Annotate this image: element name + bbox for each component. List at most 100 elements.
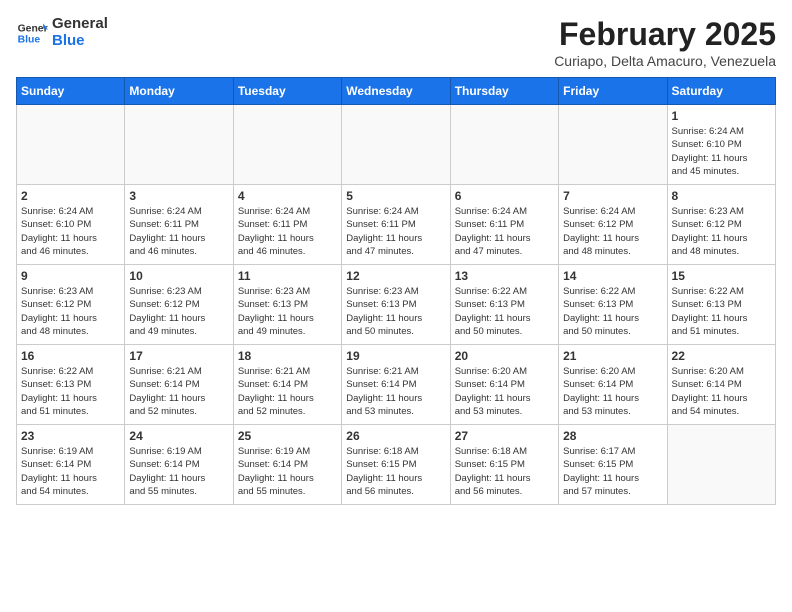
day-cell: 17 Sunrise: 6:21 AM Sunset: 6:14 PM Dayli… bbox=[125, 345, 233, 425]
day-info: Sunrise: 6:23 AM Sunset: 6:12 PM Dayligh… bbox=[672, 205, 771, 258]
day-number: 1 bbox=[672, 109, 771, 123]
day-number: 22 bbox=[672, 349, 771, 363]
day-info: Sunrise: 6:24 AM Sunset: 6:12 PM Dayligh… bbox=[563, 205, 662, 258]
day-cell: 26 Sunrise: 6:18 AM Sunset: 6:15 PM Dayli… bbox=[342, 425, 450, 505]
day-cell: 28 Sunrise: 6:17 AM Sunset: 6:15 PM Dayli… bbox=[559, 425, 667, 505]
day-info: Sunrise: 6:23 AM Sunset: 6:13 PM Dayligh… bbox=[238, 285, 337, 338]
day-info: Sunrise: 6:24 AM Sunset: 6:11 PM Dayligh… bbox=[455, 205, 554, 258]
title-area: February 2025 Curiapo, Delta Amacuro, Ve… bbox=[554, 16, 776, 69]
day-cell: 7Sunrise: 6:24 AM Sunset: 6:12 PM Daylig… bbox=[559, 185, 667, 265]
day-number: 16 bbox=[21, 349, 120, 363]
calendar-table: SundayMondayTuesdayWednesdayThursdayFrid… bbox=[16, 77, 776, 505]
day-cell bbox=[17, 105, 125, 185]
col-header-saturday: Saturday bbox=[667, 78, 775, 105]
logo-icon: General Blue bbox=[16, 17, 48, 49]
day-number: 8 bbox=[672, 189, 771, 203]
day-info: Sunrise: 6:19 AM Sunset: 6:14 PM Dayligh… bbox=[21, 445, 120, 498]
day-number: 13 bbox=[455, 269, 554, 283]
day-info: Sunrise: 6:24 AM Sunset: 6:10 PM Dayligh… bbox=[672, 125, 771, 178]
week-row-2: 9 Sunrise: 6:23 AM Sunset: 6:12 PM Daylig… bbox=[17, 265, 776, 345]
day-number: 6 bbox=[455, 189, 554, 203]
day-info: Sunrise: 6:20 AM Sunset: 6:14 PM Dayligh… bbox=[672, 365, 771, 418]
day-info: Sunrise: 6:17 AM Sunset: 6:15 PM Dayligh… bbox=[563, 445, 662, 498]
day-cell bbox=[450, 105, 558, 185]
day-number: 11 bbox=[238, 269, 337, 283]
day-number: 2 bbox=[21, 189, 120, 203]
day-number: 20 bbox=[455, 349, 554, 363]
day-cell: 8 Sunrise: 6:23 AM Sunset: 6:12 PM Daylig… bbox=[667, 185, 775, 265]
col-header-friday: Friday bbox=[559, 78, 667, 105]
day-info: Sunrise: 6:21 AM Sunset: 6:14 PM Dayligh… bbox=[129, 365, 228, 418]
col-header-monday: Monday bbox=[125, 78, 233, 105]
day-info: Sunrise: 6:22 AM Sunset: 6:13 PM Dayligh… bbox=[672, 285, 771, 338]
day-info: Sunrise: 6:24 AM Sunset: 6:11 PM Dayligh… bbox=[238, 205, 337, 258]
day-info: Sunrise: 6:23 AM Sunset: 6:13 PM Dayligh… bbox=[346, 285, 445, 338]
day-cell: 27 Sunrise: 6:18 AM Sunset: 6:15 PM Dayli… bbox=[450, 425, 558, 505]
day-info: Sunrise: 6:20 AM Sunset: 6:14 PM Dayligh… bbox=[563, 365, 662, 418]
logo: General Blue General Blue bbox=[16, 16, 108, 49]
day-info: Sunrise: 6:22 AM Sunset: 6:13 PM Dayligh… bbox=[563, 285, 662, 338]
day-number: 27 bbox=[455, 429, 554, 443]
day-cell: 24 Sunrise: 6:19 AM Sunset: 6:14 PM Dayli… bbox=[125, 425, 233, 505]
day-cell: 1 Sunrise: 6:24 AM Sunset: 6:10 PM Daylig… bbox=[667, 105, 775, 185]
day-cell: 9Sunrise: 6:23 AM Sunset: 6:12 PM Daylig… bbox=[17, 265, 125, 345]
col-header-wednesday: Wednesday bbox=[342, 78, 450, 105]
day-info: Sunrise: 6:23 AM Sunset: 6:12 PM Dayligh… bbox=[129, 285, 228, 338]
day-info: Sunrise: 6:20 AM Sunset: 6:14 PM Dayligh… bbox=[455, 365, 554, 418]
day-info: Sunrise: 6:24 AM Sunset: 6:11 PM Dayligh… bbox=[346, 205, 445, 258]
day-cell: 21 Sunrise: 6:20 AM Sunset: 6:14 PM Dayli… bbox=[559, 345, 667, 425]
day-number: 3 bbox=[129, 189, 228, 203]
day-cell bbox=[233, 105, 341, 185]
day-header-row: SundayMondayTuesdayWednesdayThursdayFrid… bbox=[17, 78, 776, 105]
day-number: 15 bbox=[672, 269, 771, 283]
col-header-sunday: Sunday bbox=[17, 78, 125, 105]
day-cell: 16Sunrise: 6:22 AM Sunset: 6:13 PM Dayli… bbox=[17, 345, 125, 425]
col-header-thursday: Thursday bbox=[450, 78, 558, 105]
day-cell bbox=[559, 105, 667, 185]
day-number: 10 bbox=[129, 269, 228, 283]
week-row-4: 23 Sunrise: 6:19 AM Sunset: 6:14 PM Dayli… bbox=[17, 425, 776, 505]
day-number: 26 bbox=[346, 429, 445, 443]
day-info: Sunrise: 6:19 AM Sunset: 6:14 PM Dayligh… bbox=[238, 445, 337, 498]
logo-line2: Blue bbox=[52, 33, 108, 50]
day-info: Sunrise: 6:24 AM Sunset: 6:11 PM Dayligh… bbox=[129, 205, 228, 258]
day-cell bbox=[125, 105, 233, 185]
day-cell: 15 Sunrise: 6:22 AM Sunset: 6:13 PM Dayli… bbox=[667, 265, 775, 345]
month-title: February 2025 bbox=[554, 16, 776, 53]
day-info: Sunrise: 6:19 AM Sunset: 6:14 PM Dayligh… bbox=[129, 445, 228, 498]
day-cell: 25Sunrise: 6:19 AM Sunset: 6:14 PM Dayli… bbox=[233, 425, 341, 505]
day-number: 28 bbox=[563, 429, 662, 443]
day-info: Sunrise: 6:18 AM Sunset: 6:15 PM Dayligh… bbox=[455, 445, 554, 498]
day-cell: 19 Sunrise: 6:21 AM Sunset: 6:14 PM Dayli… bbox=[342, 345, 450, 425]
day-cell: 3 Sunrise: 6:24 AM Sunset: 6:11 PM Daylig… bbox=[125, 185, 233, 265]
day-number: 18 bbox=[238, 349, 337, 363]
day-cell: 13 Sunrise: 6:22 AM Sunset: 6:13 PM Dayli… bbox=[450, 265, 558, 345]
day-info: Sunrise: 6:18 AM Sunset: 6:15 PM Dayligh… bbox=[346, 445, 445, 498]
col-header-tuesday: Tuesday bbox=[233, 78, 341, 105]
day-number: 9 bbox=[21, 269, 120, 283]
day-number: 17 bbox=[129, 349, 228, 363]
day-cell: 14 Sunrise: 6:22 AM Sunset: 6:13 PM Dayli… bbox=[559, 265, 667, 345]
day-number: 12 bbox=[346, 269, 445, 283]
day-cell: 4Sunrise: 6:24 AM Sunset: 6:11 PM Daylig… bbox=[233, 185, 341, 265]
day-cell: 2Sunrise: 6:24 AM Sunset: 6:10 PM Daylig… bbox=[17, 185, 125, 265]
day-cell: 5 Sunrise: 6:24 AM Sunset: 6:11 PM Daylig… bbox=[342, 185, 450, 265]
day-number: 23 bbox=[21, 429, 120, 443]
day-number: 14 bbox=[563, 269, 662, 283]
day-cell: 18 Sunrise: 6:21 AM Sunset: 6:14 PM Dayli… bbox=[233, 345, 341, 425]
day-number: 24 bbox=[129, 429, 228, 443]
day-cell: 10 Sunrise: 6:23 AM Sunset: 6:12 PM Dayli… bbox=[125, 265, 233, 345]
logo-line1: General bbox=[52, 16, 108, 33]
day-number: 5 bbox=[346, 189, 445, 203]
day-info: Sunrise: 6:21 AM Sunset: 6:14 PM Dayligh… bbox=[346, 365, 445, 418]
page-header: General Blue General Blue February 2025 … bbox=[16, 16, 776, 69]
day-cell: 12 Sunrise: 6:23 AM Sunset: 6:13 PM Dayli… bbox=[342, 265, 450, 345]
day-number: 21 bbox=[563, 349, 662, 363]
week-row-1: 2Sunrise: 6:24 AM Sunset: 6:10 PM Daylig… bbox=[17, 185, 776, 265]
day-info: Sunrise: 6:22 AM Sunset: 6:13 PM Dayligh… bbox=[455, 285, 554, 338]
day-info: Sunrise: 6:21 AM Sunset: 6:14 PM Dayligh… bbox=[238, 365, 337, 418]
svg-text:Blue: Blue bbox=[18, 34, 41, 45]
day-number: 19 bbox=[346, 349, 445, 363]
day-cell: 22 Sunrise: 6:20 AM Sunset: 6:14 PM Dayli… bbox=[667, 345, 775, 425]
day-cell: 20 Sunrise: 6:20 AM Sunset: 6:14 PM Dayli… bbox=[450, 345, 558, 425]
